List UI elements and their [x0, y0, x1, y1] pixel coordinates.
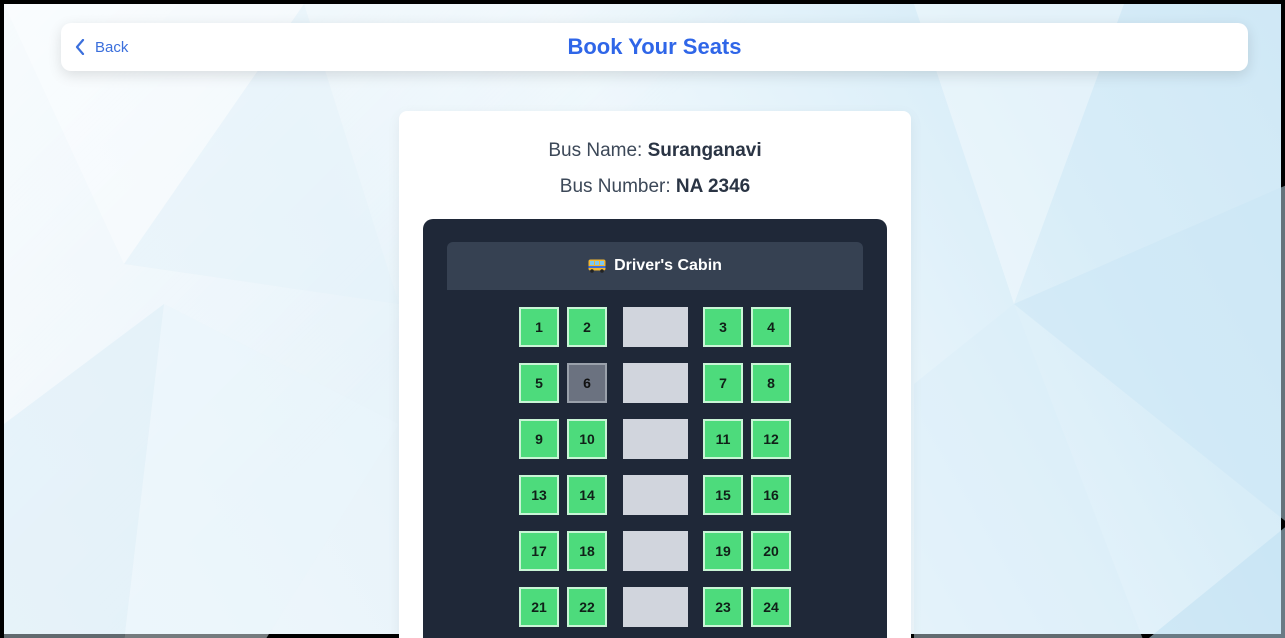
seat-15[interactable]: 15 [703, 475, 743, 515]
seat-16[interactable]: 16 [751, 475, 791, 515]
seat-map: Driver's Cabin 1 2 3 4 5 6 7 8 9 10 11 12 13 14 15 16 17… [423, 219, 887, 638]
bus-name-row: Bus Name: Suranganavi [399, 140, 911, 162]
seat-17[interactable]: 17 [519, 531, 559, 571]
bus-icon [588, 259, 606, 273]
seat-9[interactable]: 9 [519, 419, 559, 459]
bus-number: NA 2346 [675, 176, 751, 197]
aisle [623, 363, 688, 403]
seat-22[interactable]: 22 [567, 587, 607, 627]
seat-10[interactable]: 10 [567, 419, 607, 459]
aisle [623, 419, 688, 459]
page-title: Book Your Seats [567, 34, 742, 59]
seat-4[interactable]: 4 [751, 307, 791, 347]
seat-3[interactable]: 3 [703, 307, 743, 347]
seat-12[interactable]: 12 [751, 419, 791, 459]
bus-number-label: Bus Number: [559, 176, 671, 197]
seat-18[interactable]: 18 [567, 531, 607, 571]
seat-2[interactable]: 2 [567, 307, 607, 347]
seat-24[interactable]: 24 [751, 587, 791, 627]
cabin-label: Driver's Cabin [614, 257, 722, 274]
booking-card: Bus Name: Suranganavi Bus Number: NA 234… [399, 111, 911, 638]
seat-13[interactable]: 13 [519, 475, 559, 515]
bus-name: Suranganavi [647, 140, 762, 161]
bus-name-label: Bus Name: [548, 140, 643, 161]
aisle [623, 587, 688, 627]
aisle [623, 531, 688, 571]
bus-number-row: Bus Number: NA 2346 [399, 176, 911, 198]
drivers-cabin: Driver's Cabin [447, 242, 863, 290]
aisle [623, 307, 688, 347]
seat-21[interactable]: 21 [519, 587, 559, 627]
seat-5[interactable]: 5 [519, 363, 559, 403]
seat-7[interactable]: 7 [703, 363, 743, 403]
seat-19[interactable]: 19 [703, 531, 743, 571]
header-bar: Back Book Your Seats [61, 23, 1248, 71]
seat-14[interactable]: 14 [567, 475, 607, 515]
aisle [623, 475, 688, 515]
seat-20[interactable]: 20 [751, 531, 791, 571]
seat-6: 6 [567, 363, 607, 403]
seat-11[interactable]: 11 [703, 419, 743, 459]
seat-8[interactable]: 8 [751, 363, 791, 403]
seat-1[interactable]: 1 [519, 307, 559, 347]
seat-23[interactable]: 23 [703, 587, 743, 627]
